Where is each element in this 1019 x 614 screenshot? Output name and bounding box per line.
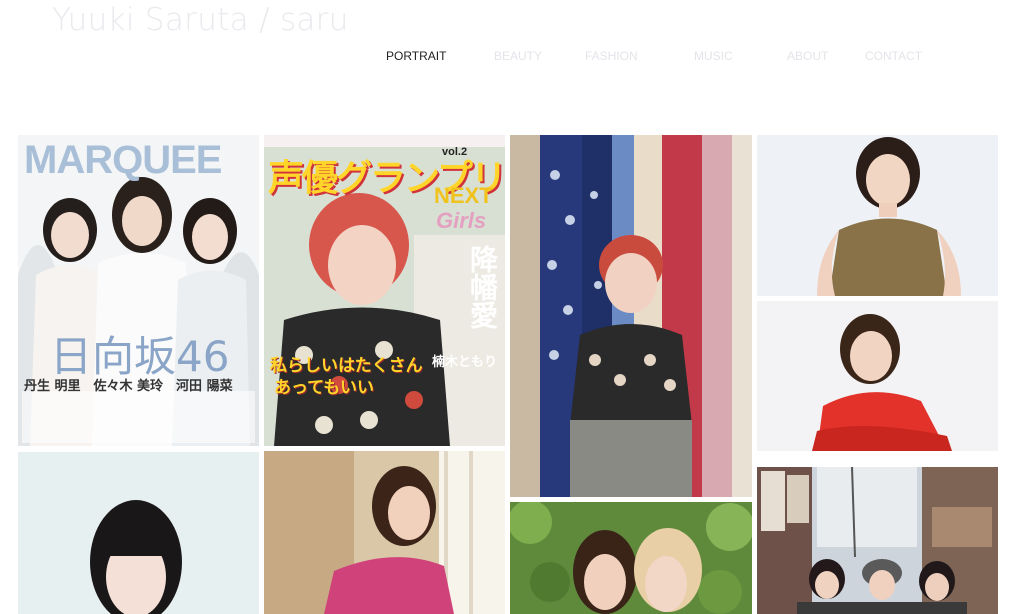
gallery-item-duo-portrait[interactable]: [510, 502, 752, 614]
bangs-portrait-image: [18, 452, 259, 614]
marquee-names: 丹生 明里 佐々木 美玲 河田 陽菜: [24, 379, 233, 394]
window-portrait-image: [264, 451, 505, 614]
seiyu-vol: vol.2: [442, 146, 468, 158]
gallery-item-street-group[interactable]: [757, 467, 998, 614]
seiyu-tagline-2: あってもいい: [274, 378, 374, 398]
seiyu-subtitle-2: Girls: [436, 208, 487, 233]
seiyu-feature: 降幡愛: [466, 245, 499, 329]
gallery-item-seiyu-cover[interactable]: 声優グランプリ vol.2 NEXT Girls 降幡愛 私らしいはたくさん あ…: [264, 135, 505, 446]
gallery-item-bangs-portrait[interactable]: [18, 452, 259, 614]
fabric-portrait-image: [510, 135, 752, 497]
olive-top-portrait-image: [757, 135, 998, 296]
red-blouse-portrait-image: [757, 301, 998, 462]
duo-portrait-image: [510, 502, 752, 614]
page: Yuuki Saruta / saru PORTRAIT BEAUTY FASH…: [0, 0, 1019, 614]
gallery-item-fabric-portrait[interactable]: [510, 135, 752, 497]
street-group-image: [757, 467, 998, 614]
gallery-item-red-blouse-portrait[interactable]: [757, 301, 998, 462]
gallery-item-window-portrait[interactable]: [264, 451, 505, 614]
seiyu-subtitle: NEXT: [434, 183, 493, 208]
gallery-item-olive-top-portrait[interactable]: [757, 135, 998, 296]
marquee-masthead: MARQUEE: [24, 138, 222, 182]
gallery-item-marquee-cover[interactable]: MARQUEE 日向坂46 丹生 明里 佐々木 美玲 河田 陽菜: [18, 135, 259, 446]
portrait-gallery: MARQUEE 日向坂46 丹生 明里 佐々木 美玲 河田 陽菜 声優グランプリ: [0, 0, 1019, 614]
seiyu-cover-name: 楠木ともり: [432, 355, 498, 370]
